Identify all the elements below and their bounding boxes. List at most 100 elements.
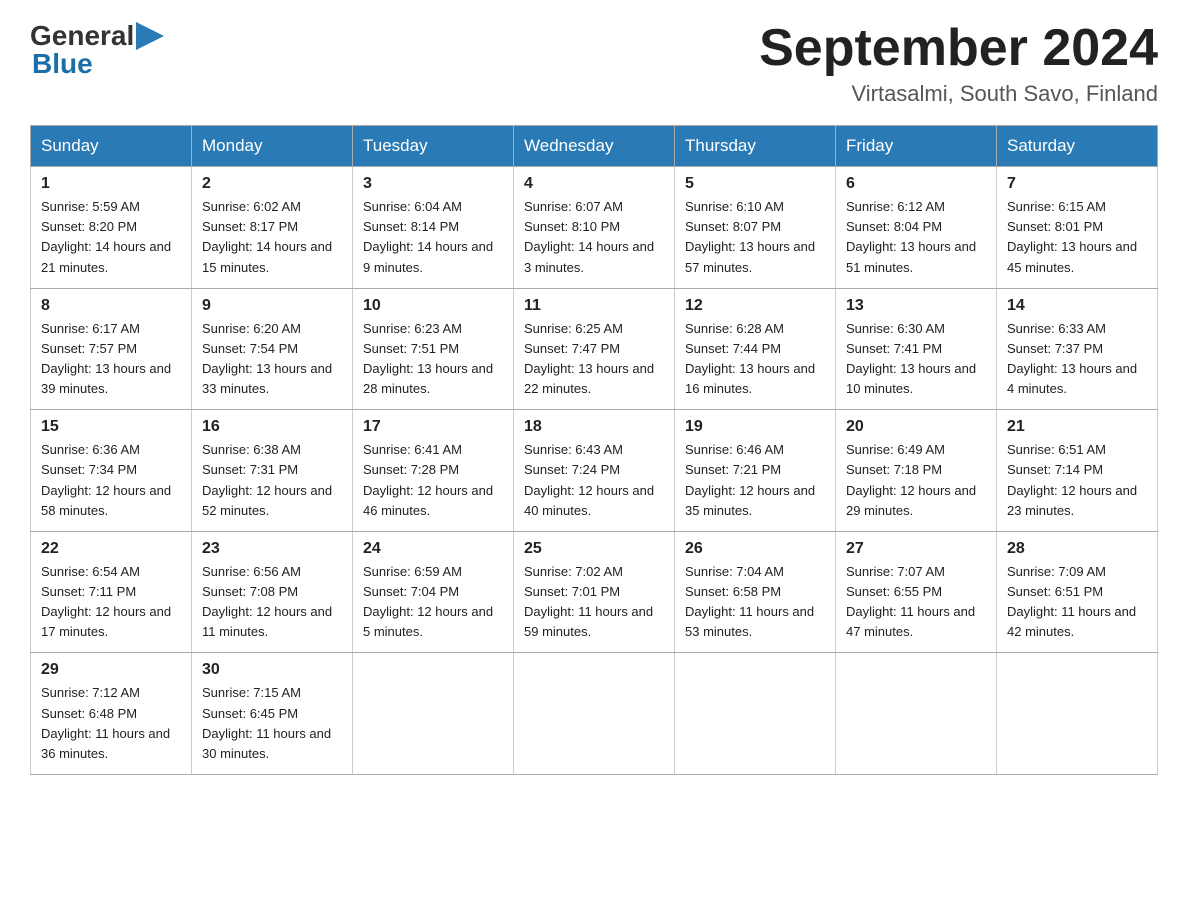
calendar-cell: 3 Sunrise: 6:04 AMSunset: 8:14 PMDayligh… [353, 167, 514, 289]
day-number: 29 [41, 661, 181, 679]
day-number: 12 [685, 297, 825, 315]
day-number: 6 [846, 175, 986, 193]
day-number: 2 [202, 175, 342, 193]
day-number: 10 [363, 297, 503, 315]
day-info: Sunrise: 6:59 AMSunset: 7:04 PMDaylight:… [363, 564, 493, 639]
calendar-cell: 24 Sunrise: 6:59 AMSunset: 7:04 PMDaylig… [353, 531, 514, 653]
day-number: 23 [202, 540, 342, 558]
weekday-header-thursday: Thursday [675, 126, 836, 167]
logo-icon [136, 22, 164, 50]
calendar-table: SundayMondayTuesdayWednesdayThursdayFrid… [30, 125, 1158, 775]
day-number: 30 [202, 661, 342, 679]
day-info: Sunrise: 7:02 AMSunset: 7:01 PMDaylight:… [524, 564, 653, 639]
day-number: 21 [1007, 418, 1147, 436]
day-info: Sunrise: 6:51 AMSunset: 7:14 PMDaylight:… [1007, 442, 1137, 517]
weekday-header-sunday: Sunday [31, 126, 192, 167]
weekday-header-friday: Friday [836, 126, 997, 167]
calendar-cell: 12 Sunrise: 6:28 AMSunset: 7:44 PMDaylig… [675, 288, 836, 410]
calendar-cell: 4 Sunrise: 6:07 AMSunset: 8:10 PMDayligh… [514, 167, 675, 289]
day-number: 3 [363, 175, 503, 193]
page-header: General Blue September 2024 Virtasalmi, … [30, 20, 1158, 107]
day-info: Sunrise: 6:20 AMSunset: 7:54 PMDaylight:… [202, 321, 332, 396]
day-number: 28 [1007, 540, 1147, 558]
day-number: 7 [1007, 175, 1147, 193]
calendar-cell: 29 Sunrise: 7:12 AMSunset: 6:48 PMDaylig… [31, 653, 192, 775]
day-number: 18 [524, 418, 664, 436]
calendar-cell: 13 Sunrise: 6:30 AMSunset: 7:41 PMDaylig… [836, 288, 997, 410]
day-number: 1 [41, 175, 181, 193]
day-info: Sunrise: 6:30 AMSunset: 7:41 PMDaylight:… [846, 321, 976, 396]
calendar-cell [675, 653, 836, 775]
day-number: 15 [41, 418, 181, 436]
day-info: Sunrise: 6:10 AMSunset: 8:07 PMDaylight:… [685, 199, 815, 274]
calendar-cell: 25 Sunrise: 7:02 AMSunset: 7:01 PMDaylig… [514, 531, 675, 653]
calendar-cell [997, 653, 1158, 775]
day-number: 19 [685, 418, 825, 436]
calendar-cell: 23 Sunrise: 6:56 AMSunset: 7:08 PMDaylig… [192, 531, 353, 653]
day-number: 27 [846, 540, 986, 558]
calendar-cell: 19 Sunrise: 6:46 AMSunset: 7:21 PMDaylig… [675, 410, 836, 532]
day-info: Sunrise: 7:12 AMSunset: 6:48 PMDaylight:… [41, 685, 170, 760]
calendar-cell: 2 Sunrise: 6:02 AMSunset: 8:17 PMDayligh… [192, 167, 353, 289]
day-info: Sunrise: 7:07 AMSunset: 6:55 PMDaylight:… [846, 564, 975, 639]
day-info: Sunrise: 5:59 AMSunset: 8:20 PMDaylight:… [41, 199, 171, 274]
month-title: September 2024 [759, 20, 1158, 77]
day-info: Sunrise: 6:02 AMSunset: 8:17 PMDaylight:… [202, 199, 332, 274]
day-info: Sunrise: 6:38 AMSunset: 7:31 PMDaylight:… [202, 442, 332, 517]
calendar-week-row: 8 Sunrise: 6:17 AMSunset: 7:57 PMDayligh… [31, 288, 1158, 410]
calendar-cell: 9 Sunrise: 6:20 AMSunset: 7:54 PMDayligh… [192, 288, 353, 410]
calendar-week-row: 22 Sunrise: 6:54 AMSunset: 7:11 PMDaylig… [31, 531, 1158, 653]
day-info: Sunrise: 6:33 AMSunset: 7:37 PMDaylight:… [1007, 321, 1137, 396]
day-info: Sunrise: 6:36 AMSunset: 7:34 PMDaylight:… [41, 442, 171, 517]
calendar-cell: 30 Sunrise: 7:15 AMSunset: 6:45 PMDaylig… [192, 653, 353, 775]
day-info: Sunrise: 6:25 AMSunset: 7:47 PMDaylight:… [524, 321, 654, 396]
calendar-cell: 20 Sunrise: 6:49 AMSunset: 7:18 PMDaylig… [836, 410, 997, 532]
calendar-week-row: 29 Sunrise: 7:12 AMSunset: 6:48 PMDaylig… [31, 653, 1158, 775]
calendar-cell: 5 Sunrise: 6:10 AMSunset: 8:07 PMDayligh… [675, 167, 836, 289]
calendar-week-row: 1 Sunrise: 5:59 AMSunset: 8:20 PMDayligh… [31, 167, 1158, 289]
day-number: 24 [363, 540, 503, 558]
calendar-cell: 28 Sunrise: 7:09 AMSunset: 6:51 PMDaylig… [997, 531, 1158, 653]
logo: General Blue [30, 20, 164, 80]
day-number: 26 [685, 540, 825, 558]
day-info: Sunrise: 6:49 AMSunset: 7:18 PMDaylight:… [846, 442, 976, 517]
calendar-cell: 14 Sunrise: 6:33 AMSunset: 7:37 PMDaylig… [997, 288, 1158, 410]
weekday-header-monday: Monday [192, 126, 353, 167]
calendar-cell: 27 Sunrise: 7:07 AMSunset: 6:55 PMDaylig… [836, 531, 997, 653]
day-number: 22 [41, 540, 181, 558]
calendar-cell: 8 Sunrise: 6:17 AMSunset: 7:57 PMDayligh… [31, 288, 192, 410]
day-info: Sunrise: 6:28 AMSunset: 7:44 PMDaylight:… [685, 321, 815, 396]
day-info: Sunrise: 7:09 AMSunset: 6:51 PMDaylight:… [1007, 564, 1136, 639]
day-info: Sunrise: 6:04 AMSunset: 8:14 PMDaylight:… [363, 199, 493, 274]
calendar-cell: 10 Sunrise: 6:23 AMSunset: 7:51 PMDaylig… [353, 288, 514, 410]
calendar-cell: 1 Sunrise: 5:59 AMSunset: 8:20 PMDayligh… [31, 167, 192, 289]
title-section: September 2024 Virtasalmi, South Savo, F… [759, 20, 1158, 107]
day-info: Sunrise: 6:12 AMSunset: 8:04 PMDaylight:… [846, 199, 976, 274]
calendar-cell: 26 Sunrise: 7:04 AMSunset: 6:58 PMDaylig… [675, 531, 836, 653]
day-number: 14 [1007, 297, 1147, 315]
day-info: Sunrise: 7:04 AMSunset: 6:58 PMDaylight:… [685, 564, 814, 639]
calendar-header-row: SundayMondayTuesdayWednesdayThursdayFrid… [31, 126, 1158, 167]
weekday-header-saturday: Saturday [997, 126, 1158, 167]
weekday-header-tuesday: Tuesday [353, 126, 514, 167]
day-number: 8 [41, 297, 181, 315]
calendar-cell: 18 Sunrise: 6:43 AMSunset: 7:24 PMDaylig… [514, 410, 675, 532]
day-number: 20 [846, 418, 986, 436]
calendar-cell: 6 Sunrise: 6:12 AMSunset: 8:04 PMDayligh… [836, 167, 997, 289]
calendar-cell: 11 Sunrise: 6:25 AMSunset: 7:47 PMDaylig… [514, 288, 675, 410]
day-info: Sunrise: 6:23 AMSunset: 7:51 PMDaylight:… [363, 321, 493, 396]
day-number: 25 [524, 540, 664, 558]
day-info: Sunrise: 6:41 AMSunset: 7:28 PMDaylight:… [363, 442, 493, 517]
day-number: 5 [685, 175, 825, 193]
day-number: 13 [846, 297, 986, 315]
day-info: Sunrise: 6:54 AMSunset: 7:11 PMDaylight:… [41, 564, 171, 639]
calendar-cell: 7 Sunrise: 6:15 AMSunset: 8:01 PMDayligh… [997, 167, 1158, 289]
calendar-cell [514, 653, 675, 775]
day-info: Sunrise: 6:15 AMSunset: 8:01 PMDaylight:… [1007, 199, 1137, 274]
logo-blue-text: Blue [32, 48, 93, 80]
day-number: 16 [202, 418, 342, 436]
day-number: 17 [363, 418, 503, 436]
calendar-week-row: 15 Sunrise: 6:36 AMSunset: 7:34 PMDaylig… [31, 410, 1158, 532]
calendar-cell: 22 Sunrise: 6:54 AMSunset: 7:11 PMDaylig… [31, 531, 192, 653]
weekday-header-wednesday: Wednesday [514, 126, 675, 167]
